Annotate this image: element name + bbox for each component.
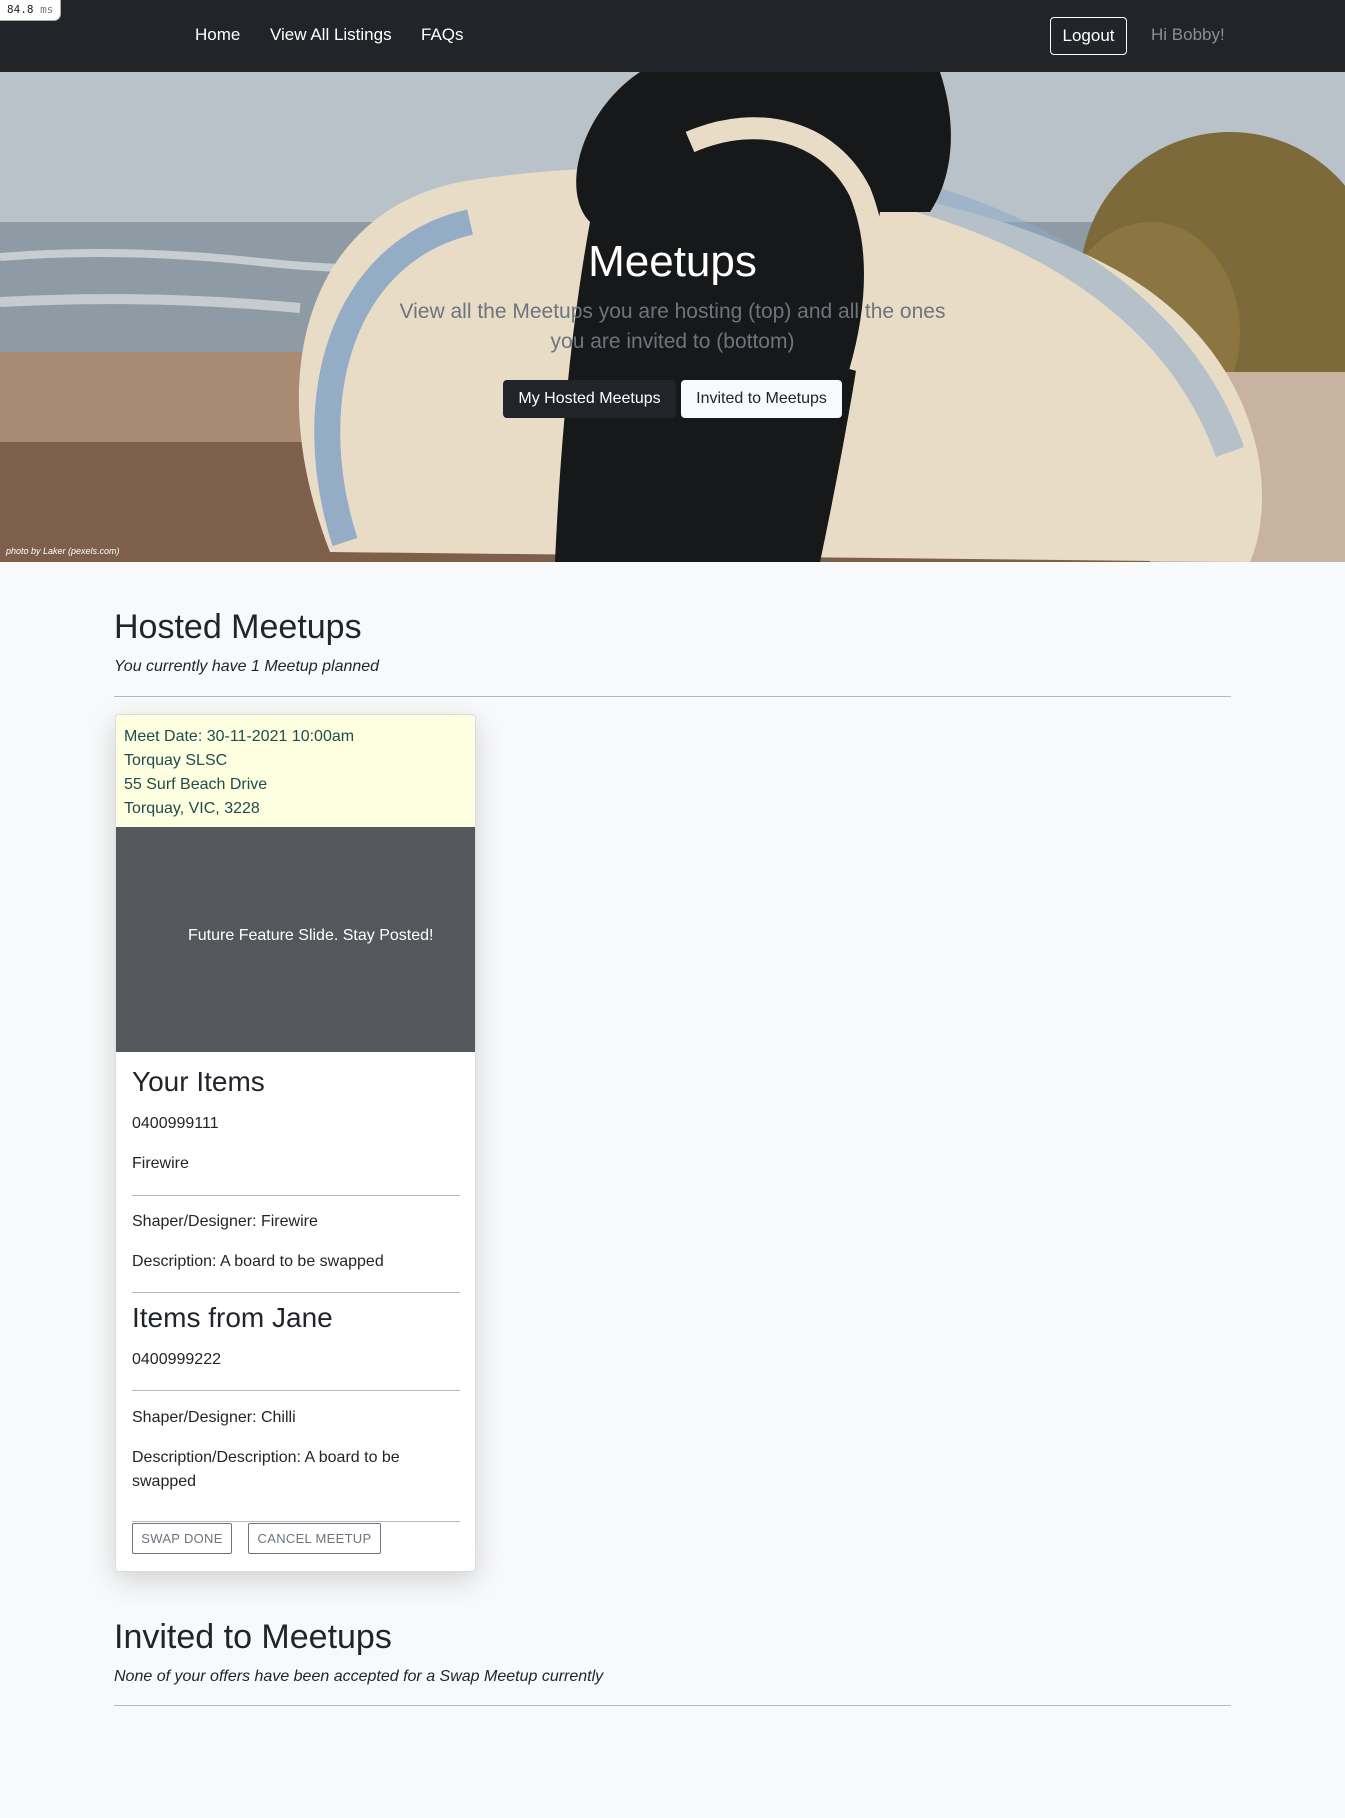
meet-city: Torquay, VIC, 3228 [124,800,260,817]
nav-faqs-link[interactable]: FAQs [421,25,464,45]
your-phone: 0400999111 [132,1115,219,1132]
my-hosted-meetups-button[interactable]: My Hosted Meetups [503,380,676,418]
render-time-unit: ms [40,3,54,16]
hero-title: Meetups [588,237,757,286]
meet-date: Meet Date: 30-11-2021 10:00am [124,728,355,745]
render-time-badge: 84.8 ms [0,0,62,21]
divider [132,1390,460,1391]
your-item-shaper: Shaper/Designer: Firewire [132,1213,318,1230]
nav-home-link[interactable]: Home [195,25,240,45]
their-phone: 0400999222 [132,1351,221,1368]
feature-slide: Future Feature Slide. Stay Posted! [116,827,475,1052]
your-item-description: Description: A board to be swapped [132,1253,384,1270]
swap-done-button[interactable]: SWAP DONE [132,1523,232,1554]
their-item-shaper: Shaper/Designer: Chilli [132,1409,296,1426]
invited-meetups-heading: Invited to Meetups [114,1618,392,1656]
section-divider [114,1705,1231,1706]
meetup-card: Meet Date: 30-11-2021 10:00am Torquay SL… [115,714,476,1572]
divider [132,1292,460,1293]
hosted-meetups-subtitle: You currently have 1 Meetup planned [114,658,380,675]
your-items-heading: Your Items [132,1066,265,1097]
hosted-meetups-heading: Hosted Meetups [114,608,362,646]
user-greeting: Hi Bobby! [1151,25,1225,44]
top-navbar: Home View All Listings FAQs Logout Hi Bo… [0,0,1345,72]
meet-street: 55 Surf Beach Drive [124,776,268,793]
hero-subtitle: View all the Meetups you are hosting (to… [399,300,946,353]
meetup-details: Meet Date: 30-11-2021 10:00am Torquay SL… [116,715,475,827]
logout-button[interactable]: Logout [1050,17,1127,55]
feature-slide-text: Future Feature Slide. Stay Posted! [188,927,434,944]
nav-listings-link[interactable]: View All Listings [270,25,392,45]
divider [132,1521,460,1522]
hero-banner: Meetups View all the Meetups you are hos… [0,72,1345,562]
divider [132,1195,460,1196]
their-item-description: Description/Description: A board to be s… [132,1449,400,1490]
items-from-heading: Items from Jane [132,1302,333,1333]
your-item-name: Firewire [132,1155,189,1172]
photo-credit: photo by Laker (pexels.com) [6,546,120,556]
invited-meetups-subtitle: None of your offers have been accepted f… [114,1668,604,1685]
section-divider [114,696,1231,697]
meet-location: Torquay SLSC [124,752,228,769]
cancel-meetup-button[interactable]: CANCEL MEETUP [248,1523,381,1554]
invited-to-meetups-button[interactable]: Invited to Meetups [681,380,842,418]
render-time-value: 84.8 [7,3,34,16]
